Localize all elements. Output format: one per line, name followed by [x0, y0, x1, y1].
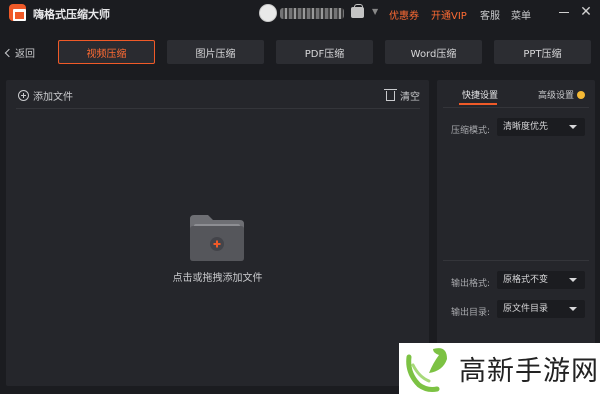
active-tab-indicator: [459, 103, 497, 105]
settings-panel: 快捷设置 高级设置 压缩模式: 清晰度优先 输出格式: 原格式不变 输出目录: …: [437, 80, 595, 386]
chevron-left-icon: [4, 48, 14, 58]
coin-icon: [577, 91, 586, 99]
customer-service-link[interactable]: 客服: [480, 7, 500, 22]
coupon-link[interactable]: 优惠券: [389, 7, 419, 22]
clear-label: 清空: [400, 92, 420, 103]
clear-button[interactable]: 清空: [384, 88, 420, 103]
tab-word-compress[interactable]: Word压缩: [385, 40, 482, 64]
output-dir-value: 原文件目录: [503, 304, 549, 314]
tab-pdf-compress[interactable]: PDF压缩: [276, 40, 373, 64]
menu-button[interactable]: 菜单: [511, 7, 531, 22]
username-blurred[interactable]: [280, 8, 344, 19]
add-file-button[interactable]: 添加文件: [18, 88, 73, 103]
minimize-icon[interactable]: [556, 4, 572, 20]
compress-mode-label: 压缩模式:: [451, 126, 491, 136]
tab-quick-settings[interactable]: 快捷设置: [462, 88, 498, 101]
output-format-value: 原格式不变: [503, 275, 549, 285]
output-format-label: 输出格式:: [451, 279, 491, 289]
watermark-logo-icon: [406, 348, 447, 392]
folder-add-icon[interactable]: [186, 213, 248, 263]
app-logo-icon: [9, 4, 26, 21]
output-format-select[interactable]: 原格式不变: [497, 271, 585, 289]
compress-mode-value: 清晰度优先: [503, 122, 549, 132]
add-circle-icon: [18, 90, 29, 101]
drop-hint[interactable]: 点击或拖拽添加文件: [6, 269, 429, 284]
member-badge-icon[interactable]: [351, 4, 364, 18]
site-watermark: 高新手游网: [399, 343, 600, 394]
output-dir-label: 输出目录:: [451, 308, 491, 318]
tab-image-compress[interactable]: 图片压缩: [167, 40, 264, 64]
tab-video-compress[interactable]: 视频压缩: [58, 40, 155, 64]
tab-advanced-settings[interactable]: 高级设置: [538, 88, 586, 101]
chevron-down-icon[interactable]: ▼: [372, 7, 378, 16]
back-label: 返回: [15, 49, 35, 60]
compress-type-nav: 返回 视频压缩 图片压缩 PDF压缩 Word压缩 PPT压缩: [0, 36, 600, 68]
output-dir-select[interactable]: 原文件目录: [497, 300, 585, 318]
trash-icon: [384, 88, 397, 101]
caret-down-icon: [569, 125, 577, 129]
divider: [443, 260, 589, 261]
caret-down-icon: [569, 307, 577, 311]
tab-ppt-compress[interactable]: PPT压缩: [494, 40, 591, 64]
close-icon[interactable]: ✕: [578, 4, 594, 20]
avatar[interactable]: [259, 4, 277, 22]
caret-down-icon: [569, 278, 577, 282]
vip-link[interactable]: 开通VIP: [431, 7, 467, 22]
divider: [16, 108, 420, 109]
file-list-panel: 添加文件 清空 点击或拖拽添加文件: [6, 80, 429, 386]
advanced-settings-label: 高级设置: [538, 91, 575, 101]
title-bar: 嗨格式压缩大师 ▼ 优惠券 开通VIP 客服 菜单 ✕: [0, 0, 600, 28]
compress-mode-select[interactable]: 清晰度优先: [497, 118, 585, 136]
divider: [443, 107, 589, 108]
watermark-text: 高新手游网: [459, 356, 599, 387]
add-file-label: 添加文件: [33, 92, 73, 103]
back-button[interactable]: 返回: [4, 45, 35, 60]
app-title: 嗨格式压缩大师: [33, 8, 110, 21]
